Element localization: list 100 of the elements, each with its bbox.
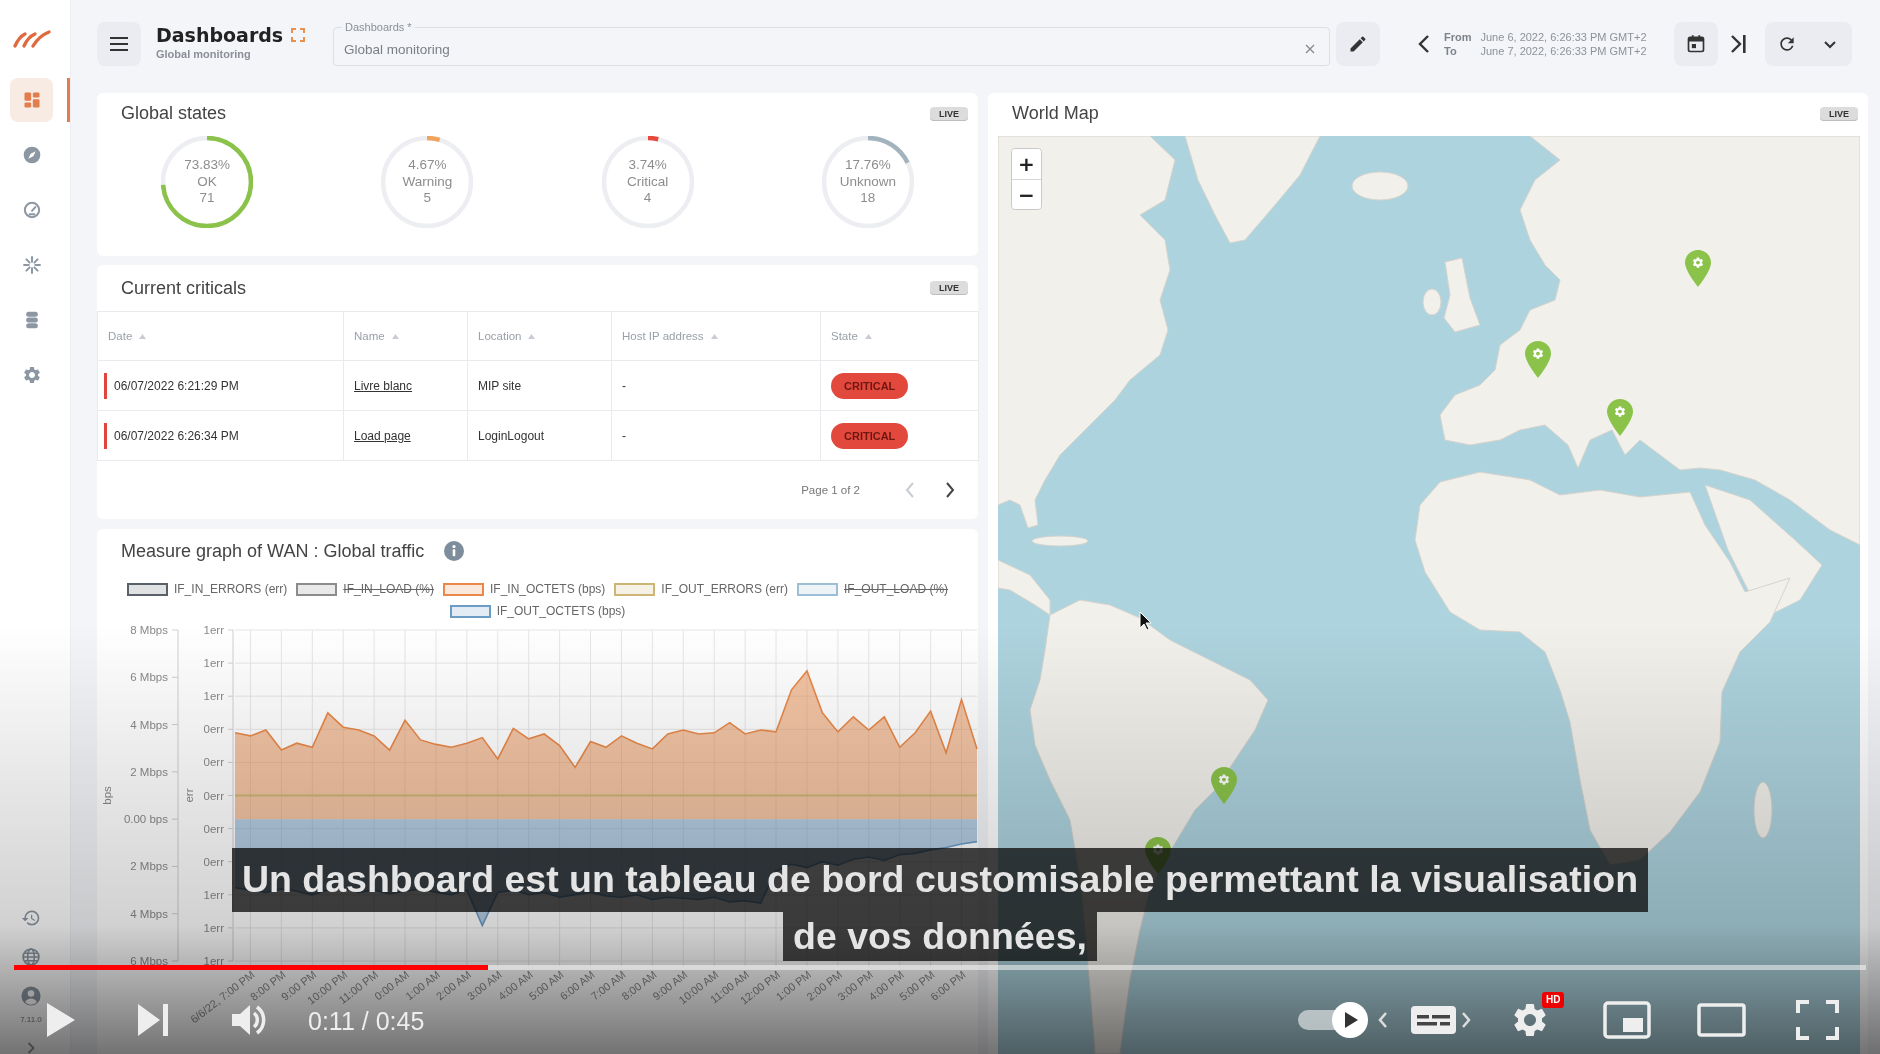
cursor-icon bbox=[1139, 611, 1152, 631]
state-label: Warning bbox=[402, 173, 453, 191]
island bbox=[1031, 535, 1089, 547]
state-label: Critical bbox=[627, 173, 669, 191]
state-count: 71 bbox=[199, 190, 215, 207]
axis-tick-label: 2 Mbps bbox=[130, 765, 168, 778]
volume-icon[interactable] bbox=[230, 1002, 268, 1038]
axis-tick-label: 1err bbox=[203, 690, 224, 703]
state-percent: 17.76% bbox=[844, 157, 891, 174]
island bbox=[1351, 171, 1409, 201]
time-range-label: From bbox=[1444, 30, 1472, 44]
page-title: Dashboards bbox=[156, 24, 284, 46]
axis-tick-label: 6 Mbps bbox=[130, 955, 168, 967]
caret-down-icon bbox=[1823, 39, 1837, 49]
axis-tick-label: 4 Mbps bbox=[130, 907, 168, 920]
legend-item[interactable]: IF_IN_LOAD (%) bbox=[343, 582, 434, 596]
island bbox=[1422, 288, 1442, 316]
axis-tick-label: 2 Mbps bbox=[130, 860, 168, 873]
quality-badge: HD bbox=[1542, 992, 1565, 1008]
name-link[interactable]: Load page bbox=[354, 428, 411, 443]
globe-icon[interactable] bbox=[21, 947, 41, 967]
axis-tick-label: 1err bbox=[203, 657, 224, 670]
edit-button[interactable] bbox=[1336, 22, 1380, 66]
active-indicator bbox=[67, 78, 70, 122]
miniplayer-icon[interactable] bbox=[1603, 1001, 1651, 1039]
island bbox=[1753, 781, 1773, 839]
axis-tick-label: 8 Mbps bbox=[130, 624, 168, 636]
user-icon[interactable] bbox=[21, 986, 41, 1006]
axis-tick-label: 0err bbox=[203, 756, 224, 769]
legend-item[interactable]: IF_OUT_OCTETS (bps) bbox=[496, 604, 626, 618]
axis-tick-label: 0err bbox=[203, 822, 224, 835]
legend-item[interactable]: IF_IN_ERRORS (err) bbox=[173, 582, 288, 596]
state-count: 4 bbox=[643, 190, 652, 207]
axis-tick-label: 4 Mbps bbox=[130, 718, 168, 731]
sort-icon bbox=[139, 334, 147, 340]
map-marker-icon[interactable] bbox=[1685, 250, 1711, 287]
time-range-value: June 7, 2022, 6:26:33 PM GMT+2 bbox=[1480, 44, 1648, 58]
axis-title: bps bbox=[101, 786, 113, 805]
table-cell: - bbox=[611, 360, 821, 411]
chevron-left-icon[interactable] bbox=[1417, 34, 1430, 54]
skip-to-end-icon[interactable] bbox=[1730, 34, 1748, 54]
state-percent: 73.83% bbox=[184, 157, 230, 174]
axis-tick-label: 0err bbox=[203, 723, 224, 736]
live-badge: LIVE bbox=[930, 281, 968, 295]
clear-icon[interactable] bbox=[1305, 44, 1315, 54]
map-marker-icon[interactable] bbox=[1211, 767, 1237, 804]
sort-icon bbox=[528, 334, 536, 340]
legend-item[interactable]: IF_OUT_ERRORS (err) bbox=[661, 582, 789, 596]
state-label: OK bbox=[197, 173, 217, 191]
status-indicator bbox=[104, 422, 107, 449]
gauge-icon bbox=[21, 200, 42, 220]
autoplay-toggle[interactable] bbox=[1298, 1000, 1370, 1040]
axis-tick-label: 0err bbox=[203, 789, 224, 802]
play-icon[interactable] bbox=[44, 1001, 77, 1039]
table-cell: 06/07/2022 6:21:29 PM bbox=[114, 378, 239, 393]
sort-icon bbox=[710, 334, 718, 340]
time-display: 0:11 / 0:45 bbox=[308, 1006, 425, 1036]
map-marker-icon[interactable] bbox=[1525, 341, 1551, 378]
legend-item[interactable]: IF_IN_OCTETS (bps) bbox=[490, 582, 606, 596]
seek-bar[interactable] bbox=[14, 965, 1866, 970]
calendar-icon bbox=[1686, 34, 1706, 54]
legend-item[interactable]: IF_OUT_LOAD (%) bbox=[844, 582, 949, 596]
time-range-label: To bbox=[1444, 44, 1458, 58]
pencil-icon bbox=[1348, 34, 1368, 54]
card-title: Measure graph of WAN : Global traffic bbox=[121, 541, 425, 561]
axis-title: err bbox=[183, 788, 195, 803]
menu-button[interactable] bbox=[97, 22, 141, 66]
subtitles-icon[interactable] bbox=[1410, 1005, 1457, 1035]
name-link[interactable]: Livre blanc bbox=[354, 378, 413, 393]
zoom-out-button[interactable]: − bbox=[1012, 179, 1041, 209]
settings-icon bbox=[21, 365, 42, 385]
map-marker-icon[interactable] bbox=[1607, 399, 1633, 436]
fullscreen-icon[interactable] bbox=[291, 28, 306, 42]
table-cell: LoginLogout bbox=[467, 410, 612, 461]
sort-icon bbox=[391, 334, 399, 340]
next-icon[interactable] bbox=[136, 1002, 170, 1038]
state-count: 5 bbox=[423, 190, 432, 207]
theater-mode-icon[interactable] bbox=[1697, 1003, 1746, 1037]
sparkle-icon bbox=[21, 255, 42, 275]
compass-icon bbox=[21, 145, 42, 165]
card-title: Current criticals bbox=[121, 278, 247, 298]
live-badge: LIVE bbox=[1820, 107, 1858, 121]
nav-item[interactable] bbox=[10, 78, 53, 122]
card-title: World Map bbox=[1012, 103, 1099, 123]
dashboard-select[interactable]: Dashboards * Global monitoring bbox=[333, 22, 1330, 66]
chevron-right-icon[interactable] bbox=[945, 482, 955, 498]
table-cell: MIP site bbox=[467, 360, 612, 411]
calendar-button[interactable] bbox=[1674, 22, 1718, 66]
menu-icon bbox=[110, 37, 128, 51]
info-icon[interactable] bbox=[444, 541, 465, 561]
card-title: Global states bbox=[121, 103, 227, 123]
status-badge: CRITICAL bbox=[831, 422, 909, 449]
logo-icon[interactable] bbox=[12, 28, 52, 50]
table-cell: - bbox=[611, 410, 821, 461]
axis-tick-label: 1err bbox=[203, 921, 224, 934]
live-badge: LIVE bbox=[930, 107, 968, 121]
state-label: Unknown bbox=[839, 173, 896, 191]
axis-tick-label: 1err bbox=[203, 888, 224, 901]
refresh-button[interactable] bbox=[1765, 22, 1808, 66]
history-icon[interactable] bbox=[21, 908, 41, 928]
